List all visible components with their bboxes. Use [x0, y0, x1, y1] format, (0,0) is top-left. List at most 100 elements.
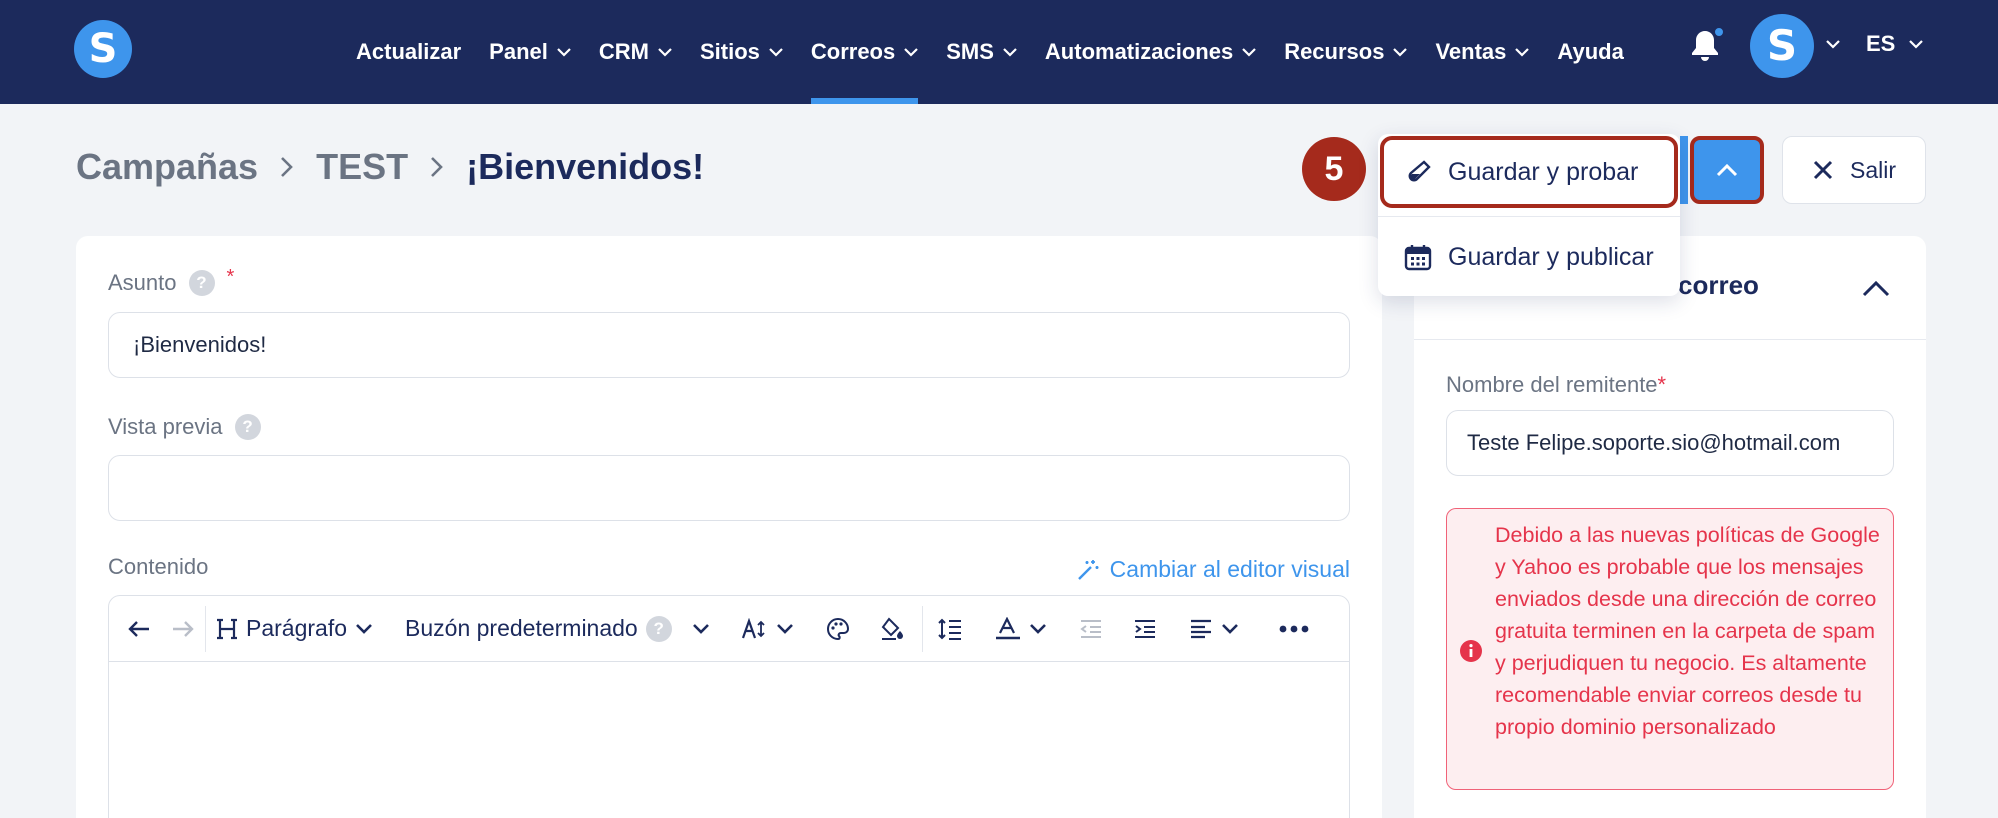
nav-item-sms[interactable]: SMS — [946, 0, 1017, 104]
nav-item-panel[interactable]: Panel — [489, 0, 571, 104]
save-and-test-label: Guardar y probar — [1448, 157, 1639, 186]
save-options-menu: Guardar y probar Guardar y publicar — [1378, 134, 1680, 296]
language-selector[interactable]: ES — [1866, 0, 1924, 88]
main-menu: Actualizar Panel CRM Sitios Correos SMS Automa… — [356, 0, 1624, 104]
preview-input[interactable] — [108, 455, 1350, 521]
indent-icon — [1134, 619, 1155, 638]
undo-button[interactable] — [109, 596, 161, 662]
nav-item-sitios[interactable]: Sitios — [700, 0, 783, 104]
nav-item-label: Recursos — [1284, 39, 1385, 64]
text-format-icon — [995, 616, 1020, 639]
save-options-toggle[interactable] — [1690, 136, 1764, 204]
chevron-down-icon — [1909, 39, 1924, 49]
nav-item-ayuda[interactable]: Ayuda — [1557, 0, 1623, 104]
arrow-left-icon — [128, 620, 149, 637]
save-and-test-option[interactable]: Guardar y probar — [1380, 136, 1678, 208]
sender-name-label: Nombre del remitente — [1446, 372, 1658, 397]
nav-item-ventas[interactable]: Ventas — [1435, 0, 1530, 104]
nav-item-label: SMS — [946, 39, 994, 64]
primary-button-edge — [1680, 136, 1688, 204]
sender-name-input[interactable]: Teste Felipe.soporte.sio@hotmail.com — [1446, 410, 1894, 476]
test-tube-icon — [1408, 160, 1431, 182]
nav-item-label: Automatizaciones — [1044, 39, 1234, 64]
align-left-icon — [1190, 619, 1211, 638]
redo-button[interactable] — [161, 596, 205, 662]
chevron-down-icon — [356, 623, 372, 634]
switch-visual-editor-link[interactable]: Cambiar al editor visual — [1076, 556, 1350, 583]
subject-label: Asunto — [108, 270, 177, 295]
spam-warning-text: Debido a las nuevas políticas de Google … — [1495, 523, 1880, 739]
nav-item-label: CRM — [598, 39, 649, 64]
paragraph-style-select[interactable]: Parágrafo — [206, 596, 383, 662]
save-and-publish-label: Guardar y publicar — [1448, 242, 1654, 271]
breadcrumb-campaigns[interactable]: Campañas — [76, 146, 258, 188]
chevron-down-icon[interactable] — [1826, 40, 1840, 49]
more-horizontal-icon — [1279, 625, 1309, 632]
email-settings-title: correo — [1678, 270, 1759, 300]
magic-wand-icon — [1077, 559, 1099, 580]
paint-bucket-icon — [881, 616, 903, 640]
outdent-button[interactable] — [1057, 596, 1113, 662]
nav-item-actualizar[interactable]: Actualizar — [356, 0, 461, 104]
help-icon[interactable]: ? — [234, 414, 261, 440]
mailbox-label: Buzón predeterminado — [405, 615, 638, 641]
top-navbar: S Actualizar Panel CRM Sitios Correos SMS Auto… — [0, 0, 1998, 104]
chevron-right-icon — [281, 157, 293, 177]
content-editor[interactable]: Parágrafo Buzón predeterminado ? — [108, 595, 1350, 818]
font-size-select[interactable] — [720, 596, 804, 662]
text-align-select[interactable] — [1167, 596, 1249, 662]
chevron-up-icon — [1716, 163, 1738, 177]
indent-button[interactable] — [1113, 596, 1167, 662]
nav-item-label: Ayuda — [1557, 39, 1624, 64]
more-options-button[interactable] — [1249, 596, 1319, 662]
mailbox-select[interactable]: Buzón predeterminado ? — [383, 596, 720, 662]
required-marker: * — [1657, 372, 1667, 397]
avatar[interactable]: S — [1750, 14, 1814, 78]
preview-label: Vista previa — [108, 414, 223, 439]
nav-item-crm[interactable]: CRM — [599, 0, 672, 104]
email-form-card: Asunto ? * Vista previa ? Contenido Camb… — [76, 236, 1382, 818]
nav-item-label: Actualizar — [356, 39, 462, 64]
save-and-publish-option[interactable]: Guardar y publicar — [1378, 222, 1680, 292]
chevron-down-icon — [1221, 623, 1238, 634]
chevron-down-icon — [1242, 47, 1256, 57]
chevron-down-icon — [658, 47, 672, 57]
calendar-icon — [1404, 245, 1432, 271]
breadcrumb: Campañas TEST ¡Bienvenidos! — [76, 146, 704, 188]
chevron-down-icon — [904, 47, 919, 57]
text-color-button[interactable] — [804, 596, 860, 662]
nav-item-automatizaciones[interactable]: Automatizaciones — [1045, 0, 1256, 104]
line-height-button[interactable] — [923, 596, 973, 662]
nav-item-label: Ventas — [1435, 39, 1507, 64]
chevron-down-icon — [769, 47, 783, 57]
chevron-up-icon[interactable] — [1862, 280, 1890, 298]
subject-input[interactable] — [108, 312, 1350, 378]
chevron-down-icon — [1003, 47, 1017, 57]
palette-icon — [826, 617, 849, 640]
font-size-icon — [741, 617, 765, 638]
content-label: Contenido — [108, 554, 209, 579]
sender-name-label-row: Nombre del remitente* — [1446, 372, 1666, 398]
language-label: ES — [1866, 31, 1896, 56]
nav-item-recursos[interactable]: Recursos — [1284, 0, 1408, 104]
step-badge: 5 — [1302, 137, 1366, 201]
chevron-down-icon — [1029, 623, 1046, 634]
paragraph-style-label: Parágrafo — [246, 615, 348, 641]
help-icon[interactable]: ? — [188, 270, 215, 296]
chevron-right-icon — [431, 157, 443, 177]
spam-warning-alert: Debido a las nuevas políticas de Google … — [1446, 508, 1894, 790]
info-icon — [1460, 640, 1482, 662]
text-format-select[interactable] — [973, 596, 1057, 662]
nav-item-label: Panel — [489, 39, 548, 64]
email-settings-card: correo Nombre del remitente* Teste Felip… — [1414, 236, 1926, 818]
app-logo[interactable]: S — [74, 20, 132, 78]
background-color-button[interactable] — [860, 596, 916, 662]
nav-item-correos[interactable]: Correos — [810, 0, 919, 104]
exit-button[interactable]: Salir — [1782, 136, 1926, 204]
page-title: ¡Bienvenidos! — [466, 146, 705, 187]
nav-item-label: Sitios — [699, 39, 760, 64]
close-icon — [1813, 160, 1833, 180]
editor-toolbar: Parágrafo Buzón predeterminado ? — [109, 596, 1349, 662]
exit-label: Salir — [1849, 156, 1896, 183]
breadcrumb-test[interactable]: TEST — [316, 146, 408, 188]
